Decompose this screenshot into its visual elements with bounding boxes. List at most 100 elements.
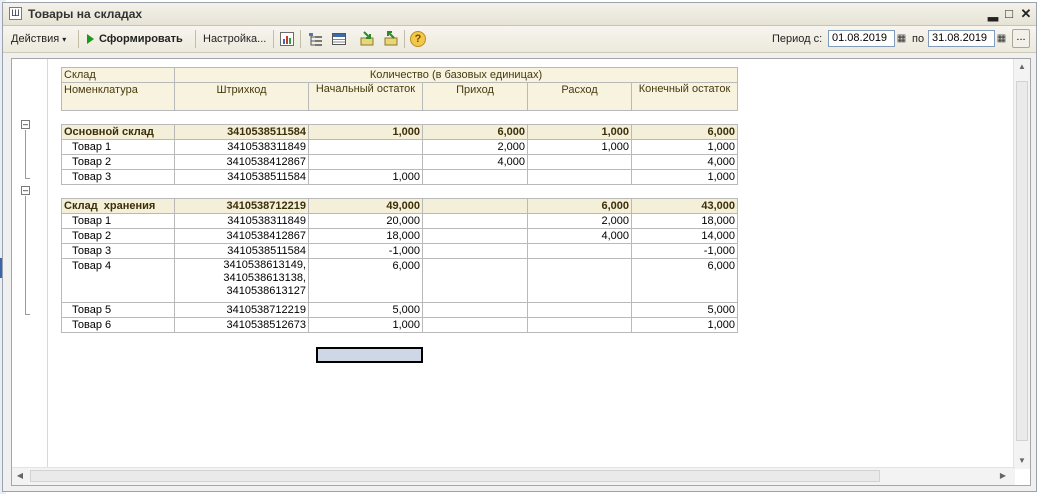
table-icon[interactable] (331, 31, 347, 47)
header-income: Приход (422, 82, 528, 111)
toolbar: Действия ▾ Сформировать Настройка... ? П… (3, 26, 1036, 53)
table-row[interactable]: Товар 1 3410538311849 20,000 2,000 18,00… (61, 213, 738, 229)
table-row[interactable]: Товар 2 3410538412867 4,000 4,000 (61, 154, 738, 170)
group-barcode: 3410538712219 (174, 198, 309, 214)
actions-label: Действия (11, 33, 60, 45)
item-name: Товар 1 (61, 213, 175, 229)
toolbar-separator (78, 30, 79, 48)
item-name: Товар 5 (61, 302, 175, 318)
grouping-gutter: – – (12, 59, 47, 485)
item-expense: 1,000 (527, 139, 632, 155)
close-icon[interactable]: ✕ (1018, 6, 1034, 22)
period-select-button[interactable]: ... (1012, 29, 1030, 48)
item-start (308, 154, 423, 170)
tree-structure-icon[interactable] (308, 31, 324, 47)
report-area: – – Склад Количество (в базовых единицах… (11, 58, 1031, 486)
date-from-field[interactable]: 01.08.2019 (828, 30, 895, 47)
import-arrow-icon[interactable] (359, 31, 375, 47)
item-expense: 4,000 (527, 228, 632, 244)
header-end-balance: Конечный остаток (631, 82, 738, 111)
chart-icon[interactable] (279, 31, 295, 47)
item-end: 4,000 (631, 154, 738, 170)
window-title: Товары на складах (28, 7, 143, 21)
item-income: 2,000 (422, 139, 528, 155)
item-expense (527, 258, 632, 303)
item-barcode-multi: 3410538613149, 3410538613138, 3410538613… (174, 258, 309, 303)
toolbar-separator (273, 30, 274, 48)
item-start: 6,000 (308, 258, 423, 303)
toolbar-separator (300, 30, 301, 48)
generate-label: Сформировать (99, 33, 183, 45)
item-start: -1,000 (308, 243, 423, 259)
header-quantity: Количество (в базовых единицах) (174, 67, 738, 83)
group-expense: 1,000 (527, 124, 632, 140)
report-window: Ш Товары на складах ▂ □ ✕ Действия ▾ Сфо… (2, 2, 1037, 492)
scroll-left-icon[interactable]: ◀ (12, 468, 28, 484)
date-to-field[interactable]: 31.08.2019 (928, 30, 995, 47)
item-income (422, 228, 528, 244)
to-label: по (912, 33, 925, 45)
vertical-scroll-thumb[interactable] (1016, 81, 1028, 441)
table-row[interactable]: Товар 1 3410538311849 2,000 1,000 1,000 (61, 139, 738, 155)
horizontal-scroll-thumb[interactable] (30, 470, 880, 482)
scroll-up-icon[interactable]: ▲ (1014, 59, 1030, 75)
selected-cell-cursor[interactable] (316, 347, 423, 363)
item-barcode: 3410538412867 (174, 154, 309, 170)
item-name: Товар 2 (61, 228, 175, 244)
group-start: 49,000 (308, 198, 423, 214)
calendar-icon[interactable]: ▦ (995, 31, 1008, 46)
group-bracket (25, 130, 30, 179)
toolbar-separator (195, 30, 196, 48)
table-row[interactable]: Товар 3 3410538511584 1,000 1,000 (61, 169, 738, 185)
actions-menu[interactable]: Действия ▾ (11, 31, 66, 47)
barcode-line: 3410538613127 (226, 285, 306, 297)
item-end: -1,000 (631, 243, 738, 259)
item-name: Товар 2 (61, 154, 175, 170)
spacer-row (62, 111, 738, 125)
item-name: Товар 1 (61, 139, 175, 155)
barcode-line: 3410538613149, (223, 259, 306, 272)
maximize-icon[interactable]: □ (1001, 6, 1017, 22)
item-end: 18,000 (631, 213, 738, 229)
header-nomenclature: Номенклатура (61, 82, 175, 111)
group-income: 6,000 (422, 124, 528, 140)
group-end: 6,000 (631, 124, 738, 140)
header-barcode: Штрихкод (174, 82, 309, 111)
table-row[interactable]: Товар 2 3410538412867 18,000 4,000 14,00… (61, 228, 738, 244)
group-barcode: 3410538511584 (174, 124, 309, 140)
group-bracket (25, 196, 30, 315)
group-name: Склад хранения (61, 198, 175, 214)
item-start: 20,000 (308, 213, 423, 229)
table-row[interactable]: Товар 5 3410538712219 5,000 5,000 (61, 302, 738, 318)
item-barcode: 3410538511584 (174, 243, 309, 259)
minimize-icon[interactable]: ▂ (985, 6, 1001, 22)
item-name: Товар 6 (61, 317, 175, 333)
table-row[interactable]: Товар 3 3410538511584 -1,000 -1,000 (61, 243, 738, 259)
item-expense: 2,000 (527, 213, 632, 229)
group-row[interactable]: Склад хранения 3410538712219 49,000 6,00… (61, 198, 738, 214)
item-start: 18,000 (308, 228, 423, 244)
export-arrow-icon[interactable] (383, 31, 399, 47)
vertical-scrollbar[interactable]: ▲ ▼ (1013, 59, 1030, 469)
help-icon[interactable]: ? (410, 31, 426, 47)
scroll-down-icon[interactable]: ▼ (1014, 453, 1030, 469)
collapse-group-icon[interactable]: – (21, 120, 30, 129)
item-start: 1,000 (308, 317, 423, 333)
item-start (308, 139, 423, 155)
calendar-icon[interactable]: ▦ (895, 31, 908, 46)
title-bar: Ш Товары на складах ▂ □ ✕ (3, 3, 1036, 26)
horizontal-scrollbar[interactable]: ◀ ▶ (12, 467, 1015, 485)
report-table: Склад Количество (в базовых единицах) Но… (61, 67, 738, 333)
table-row[interactable]: Товар 4 3410538613149, 3410538613138, 34… (61, 258, 738, 303)
table-row[interactable]: Товар 6 3410538512673 1,000 1,000 (61, 317, 738, 333)
item-name: Товар 3 (61, 169, 175, 185)
item-end: 6,000 (631, 258, 738, 303)
group-row[interactable]: Основной склад 3410538511584 1,000 6,000… (61, 124, 738, 140)
group-start: 1,000 (308, 124, 423, 140)
collapse-group-icon[interactable]: – (21, 186, 30, 195)
generate-button[interactable]: Сформировать (87, 31, 183, 47)
settings-button[interactable]: Настройка... (203, 31, 266, 47)
item-income (422, 169, 528, 185)
item-income: 4,000 (422, 154, 528, 170)
scroll-right-icon[interactable]: ▶ (995, 468, 1011, 484)
